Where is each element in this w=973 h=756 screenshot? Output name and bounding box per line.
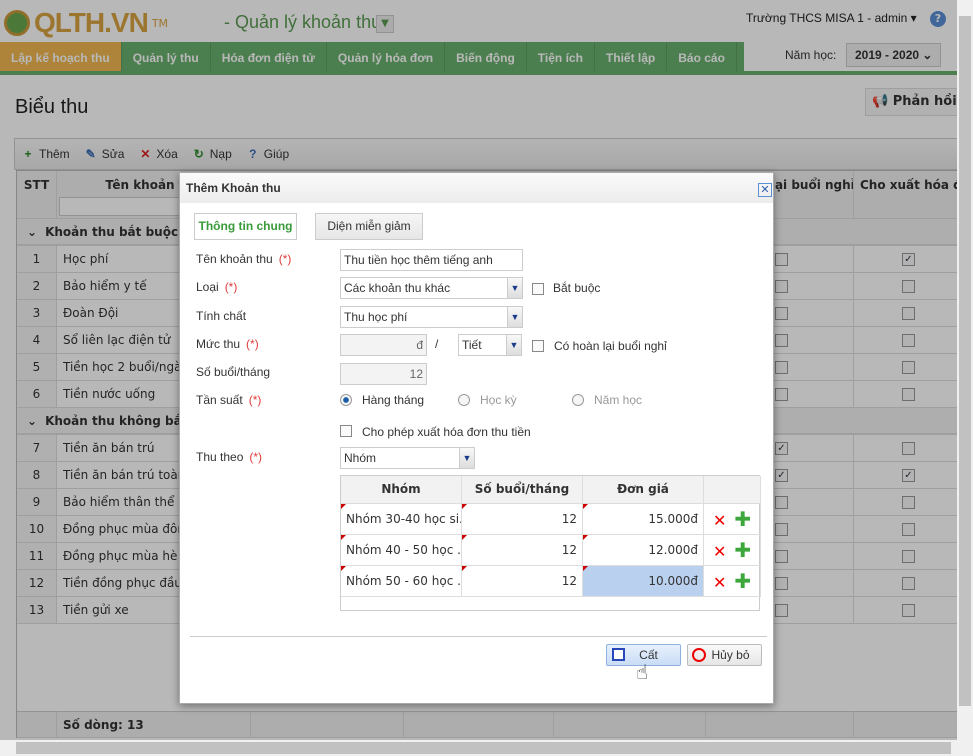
required-flag xyxy=(583,566,588,571)
required-flag xyxy=(583,504,588,509)
required-flag xyxy=(462,566,467,571)
close-icon[interactable]: ✕ xyxy=(758,183,772,197)
chevron-down-icon: ▼ xyxy=(506,335,521,355)
rate-label: Mức thu xyxy=(196,337,241,351)
refund-checkbox[interactable] xyxy=(532,340,544,352)
group-price-table: Nhóm Số buổi/tháng Đơn giá Nhóm 30-40 học s… xyxy=(340,475,761,611)
table-cell-sessions[interactable]: 12 xyxy=(462,566,583,597)
table-header: Nhóm xyxy=(341,476,462,504)
required-mark: (*) xyxy=(278,252,292,266)
required-mark: (*) xyxy=(248,393,262,407)
frequency-option[interactable]: Năm học xyxy=(572,393,642,407)
table-cell-price[interactable]: 10.000đ xyxy=(583,566,704,597)
nature-value: Thu học phí xyxy=(344,310,408,324)
floppy-icon xyxy=(612,648,625,661)
radio-button[interactable] xyxy=(340,394,352,406)
table-cell-sessions[interactable]: 12 xyxy=(462,535,583,566)
name-label: Tên khoản thu xyxy=(196,252,273,266)
sessions-label: Số buổi/tháng xyxy=(196,365,271,379)
table-cell-price[interactable]: 12.000đ xyxy=(583,535,704,566)
hand-cursor-icon: ☝ xyxy=(636,660,649,684)
frequency-option[interactable]: Học kỳ xyxy=(458,393,517,407)
delete-row-icon[interactable]: ✕ xyxy=(713,573,726,592)
nature-select[interactable]: Thu học phí ▼ xyxy=(340,306,523,328)
row-actions: ✕ ✚ xyxy=(704,535,761,566)
mandatory-label: Bắt buộc xyxy=(553,281,601,295)
tab-general-info[interactable]: Thông tin chung xyxy=(194,213,297,240)
table-cell-sessions[interactable]: 12 xyxy=(462,504,583,535)
add-row-icon[interactable]: ✚ xyxy=(734,569,751,593)
invoice-checkbox[interactable] xyxy=(340,425,352,437)
fee-name-input[interactable]: Thu tiền học thêm tiếng anh xyxy=(340,249,523,271)
horizontal-scroll-thumb[interactable] xyxy=(16,742,951,754)
tab-discounts[interactable]: Diện miễn giảm xyxy=(315,213,423,240)
table-cell-group[interactable]: Nhóm 40 - 50 học ... xyxy=(341,535,462,566)
required-mark: (*) xyxy=(224,280,238,294)
required-mark: (*) xyxy=(249,450,263,464)
type-label: Loại xyxy=(196,280,219,294)
chevron-down-icon: ▼ xyxy=(459,448,474,468)
type-select[interactable]: Các khoản thu khác ▼ xyxy=(340,277,523,299)
cancel-icon xyxy=(692,648,706,662)
chevron-down-icon: ▼ xyxy=(507,278,522,298)
dialog-title: Thêm Khoản thu xyxy=(180,173,773,203)
required-flag xyxy=(462,504,467,509)
table-header-actions xyxy=(704,476,761,504)
invoice-label: Cho phép xuất hóa đơn thu tiền xyxy=(362,425,531,439)
add-row-icon[interactable]: ✚ xyxy=(734,538,751,562)
table-cell-group[interactable]: Nhóm 50 - 60 học ... xyxy=(341,566,462,597)
table-header: Số buổi/tháng xyxy=(462,476,583,504)
table-cell-price[interactable]: 15.000đ xyxy=(583,504,704,535)
rate-input[interactable]: đ xyxy=(340,334,427,356)
required-flag xyxy=(583,535,588,540)
delete-row-icon[interactable]: ✕ xyxy=(713,542,726,561)
cancel-button[interactable]: Hủy bỏ xyxy=(687,644,762,666)
sessions-input[interactable]: 12 xyxy=(340,363,427,385)
add-row-icon[interactable]: ✚ xyxy=(734,507,751,531)
radio-label: Hàng tháng xyxy=(362,393,425,407)
frequency-option[interactable]: Hàng tháng xyxy=(340,393,424,407)
required-flag xyxy=(341,535,346,540)
required-flag xyxy=(462,535,467,540)
radio-label: Học kỳ xyxy=(480,393,517,407)
radio-button[interactable] xyxy=(572,394,584,406)
collect-by-select[interactable]: Nhóm ▼ xyxy=(340,447,475,469)
frequency-label: Tần suất xyxy=(196,393,243,407)
add-fee-dialog: Thêm Khoản thu ✕ Thông tin chung Diện mi… xyxy=(179,172,774,704)
delete-row-icon[interactable]: ✕ xyxy=(713,511,726,530)
cancel-label: Hủy bỏ xyxy=(711,648,750,662)
mandatory-checkbox[interactable] xyxy=(532,283,544,295)
unit-select[interactable]: Tiết ▼ xyxy=(458,334,522,356)
type-value: Các khoản thu khác xyxy=(344,281,451,295)
chevron-down-icon: ▼ xyxy=(507,307,522,327)
radio-label: Năm học xyxy=(594,393,643,407)
vertical-scroll-thumb[interactable] xyxy=(959,16,971,706)
divider xyxy=(190,636,767,637)
table-cell-group[interactable]: Nhóm 30-40 học si... xyxy=(341,504,462,535)
row-actions: ✕ ✚ xyxy=(704,504,761,535)
row-actions: ✕ ✚ xyxy=(704,566,761,597)
nature-label: Tính chất xyxy=(196,309,247,323)
required-flag xyxy=(341,504,346,509)
required-mark: (*) xyxy=(246,337,259,351)
unit-value: Tiết xyxy=(462,338,482,352)
refund-label: Có hoàn lại buổi nghỉ xyxy=(554,339,667,353)
required-flag xyxy=(341,566,346,571)
collect-by-value: Nhóm xyxy=(344,451,377,465)
radio-button[interactable] xyxy=(458,394,470,406)
collect-by-label: Thu theo xyxy=(196,450,244,464)
rate-separator: / xyxy=(435,337,439,351)
table-header: Đơn giá xyxy=(583,476,704,504)
